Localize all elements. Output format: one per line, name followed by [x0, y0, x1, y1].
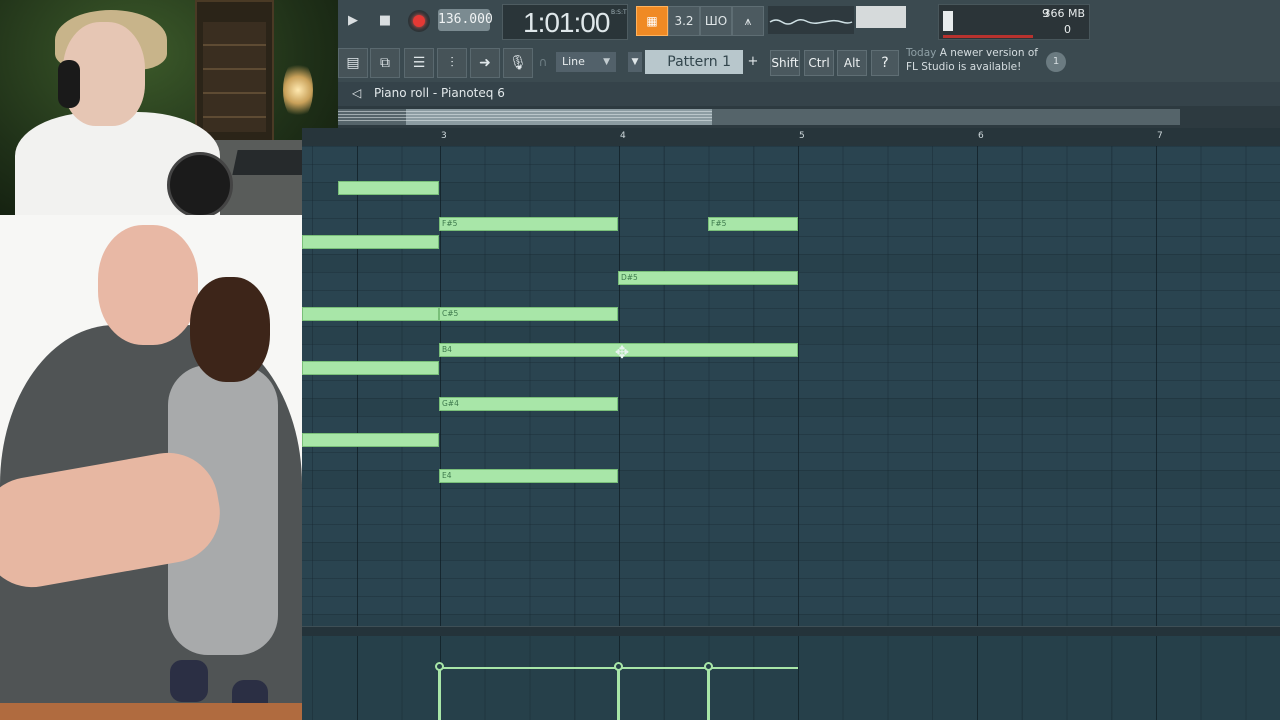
polyphony-count: 9 — [1042, 7, 1049, 20]
time-mode: B:S:T — [611, 9, 627, 16]
magnet-icon[interactable]: ∩ — [536, 54, 550, 70]
note[interactable]: F#5 — [708, 217, 798, 231]
waveform-display — [768, 6, 854, 34]
floor — [0, 703, 302, 720]
velocity-bar[interactable] — [438, 667, 441, 720]
mode-button-1[interactable]: 3.2 — [668, 6, 700, 36]
microphone-icon[interactable]: 🎙 — [503, 48, 533, 78]
mixer-icon[interactable]: ⫶ — [437, 48, 467, 78]
headphones — [58, 60, 80, 108]
piano-roll-title[interactable]: Piano roll - Pianoteq 6 — [374, 86, 505, 100]
velocity-handle[interactable] — [435, 662, 444, 671]
pattern-selector[interactable]: Pattern 1 — [645, 50, 743, 74]
note[interactable] — [302, 235, 439, 249]
velocity-bar[interactable] — [707, 667, 710, 720]
bar-number: 4 — [620, 131, 626, 141]
play-icon[interactable]: ▶ — [344, 10, 362, 30]
note-grid[interactable]: F#5 F#5 D#5 C#5 B4 G#4 E4 — [302, 146, 1280, 626]
alt-button[interactable]: Alt — [837, 50, 867, 76]
bar-number: 5 — [799, 131, 805, 141]
song-time-display: 1:01:00 B:S:T — [502, 4, 628, 40]
arrow-icon[interactable]: ➜ — [470, 48, 500, 78]
note[interactable] — [302, 307, 439, 321]
speaker-icon[interactable]: ◁ — [352, 86, 361, 100]
chevron-down-icon: ▼ — [603, 57, 610, 67]
note[interactable]: G#4 — [439, 397, 618, 411]
bar-number: 7 — [1157, 131, 1163, 141]
note[interactable]: E4 — [439, 469, 618, 483]
velocity-editor[interactable] — [302, 636, 1280, 720]
piano-roll-scrollbar[interactable] — [338, 106, 1280, 128]
piano-roll-button-icon[interactable]: ▦ — [636, 6, 668, 36]
velocity-handle[interactable] — [614, 662, 623, 671]
news-panel[interactable]: Today A newer version of FL Studio is av… — [906, 46, 1046, 74]
ctrl-button[interactable]: Ctrl — [804, 50, 834, 76]
playlist-icon[interactable]: ▤ — [338, 48, 368, 78]
bar-number: 6 — [978, 131, 984, 141]
channel-rack-icon[interactable]: ⧉ — [370, 48, 400, 78]
bar-number: 3 — [441, 131, 447, 141]
note-label: G#4 — [442, 399, 459, 408]
record-icon[interactable] — [408, 10, 430, 32]
note[interactable] — [302, 361, 439, 375]
meme-image — [0, 215, 302, 720]
velocity-handle[interactable] — [704, 662, 713, 671]
transport-row: ▶ ■ 136.000 1:01:00 B:S:T ▦ 3.2 ШО ⩚ 9 3… — [338, 0, 1280, 42]
note[interactable]: F#5 — [439, 217, 618, 231]
mode-button-2[interactable]: ШО — [700, 6, 732, 36]
velocity-bar[interactable] — [617, 667, 620, 720]
note[interactable] — [302, 433, 439, 447]
move-cursor-icon: ✥ — [614, 343, 630, 363]
metronome-icon[interactable]: ⩚ — [732, 6, 764, 36]
stop-icon[interactable]: ■ — [376, 10, 394, 30]
note[interactable]: D#5 — [618, 271, 798, 285]
note[interactable] — [338, 181, 439, 195]
cpu-meter — [943, 11, 953, 31]
news-date: Today — [906, 47, 937, 59]
man-face — [98, 225, 198, 345]
cpu-value: 0 — [1064, 23, 1071, 36]
pattern-menu-icon[interactable]: ▼ — [628, 52, 642, 72]
tempo-display[interactable]: 136.000 — [438, 9, 493, 31]
note-label: F#5 — [442, 219, 458, 228]
song-time: 1:01:00 — [523, 7, 610, 38]
baby-shoe — [170, 660, 208, 702]
master-volume-slider[interactable] — [856, 6, 906, 28]
baby-face — [190, 277, 270, 382]
note-label: B4 — [442, 345, 452, 354]
background-lamp — [283, 60, 313, 120]
fl-toolbar: ▶ ■ 136.000 1:01:00 B:S:T ▦ 3.2 ШО ⩚ 9 3… — [338, 0, 1280, 82]
note-overview — [338, 111, 712, 123]
snap-select[interactable]: Line ▼ — [556, 52, 616, 72]
cpu-memory-monitor: 9 366 MB 0 — [938, 4, 1090, 40]
note-label: C#5 — [442, 309, 459, 318]
headset-on-desk — [167, 152, 233, 215]
news-count-icon[interactable]: 1 — [1046, 52, 1066, 72]
snap-value: Line — [562, 55, 585, 68]
note-label: D#5 — [621, 273, 638, 282]
note[interactable]: C#5 — [439, 307, 618, 321]
browser-icon[interactable]: ☰ — [404, 48, 434, 78]
memory-usage: 366 MB — [1043, 7, 1085, 20]
note-label: E4 — [442, 471, 452, 480]
piano-roll-titlebar[interactable]: ◁ Piano roll - Pianoteq 6 — [338, 82, 1280, 106]
note-label: F#5 — [711, 219, 727, 228]
shift-button[interactable]: Shift — [770, 50, 800, 76]
hint-icon[interactable]: ? — [871, 50, 899, 76]
tools-row: ▤ ⧉ ☰ ⫶ ➜ 🎙 ∩ Line ▼ ▼ Pattern 1 + Shift… — [338, 42, 1280, 82]
webcam-overlay — [0, 0, 338, 215]
cpu-line — [943, 35, 1033, 38]
timeline-ruler[interactable]: 3 4 5 6 7 — [302, 128, 1280, 147]
add-pattern-button[interactable]: + — [746, 52, 760, 72]
